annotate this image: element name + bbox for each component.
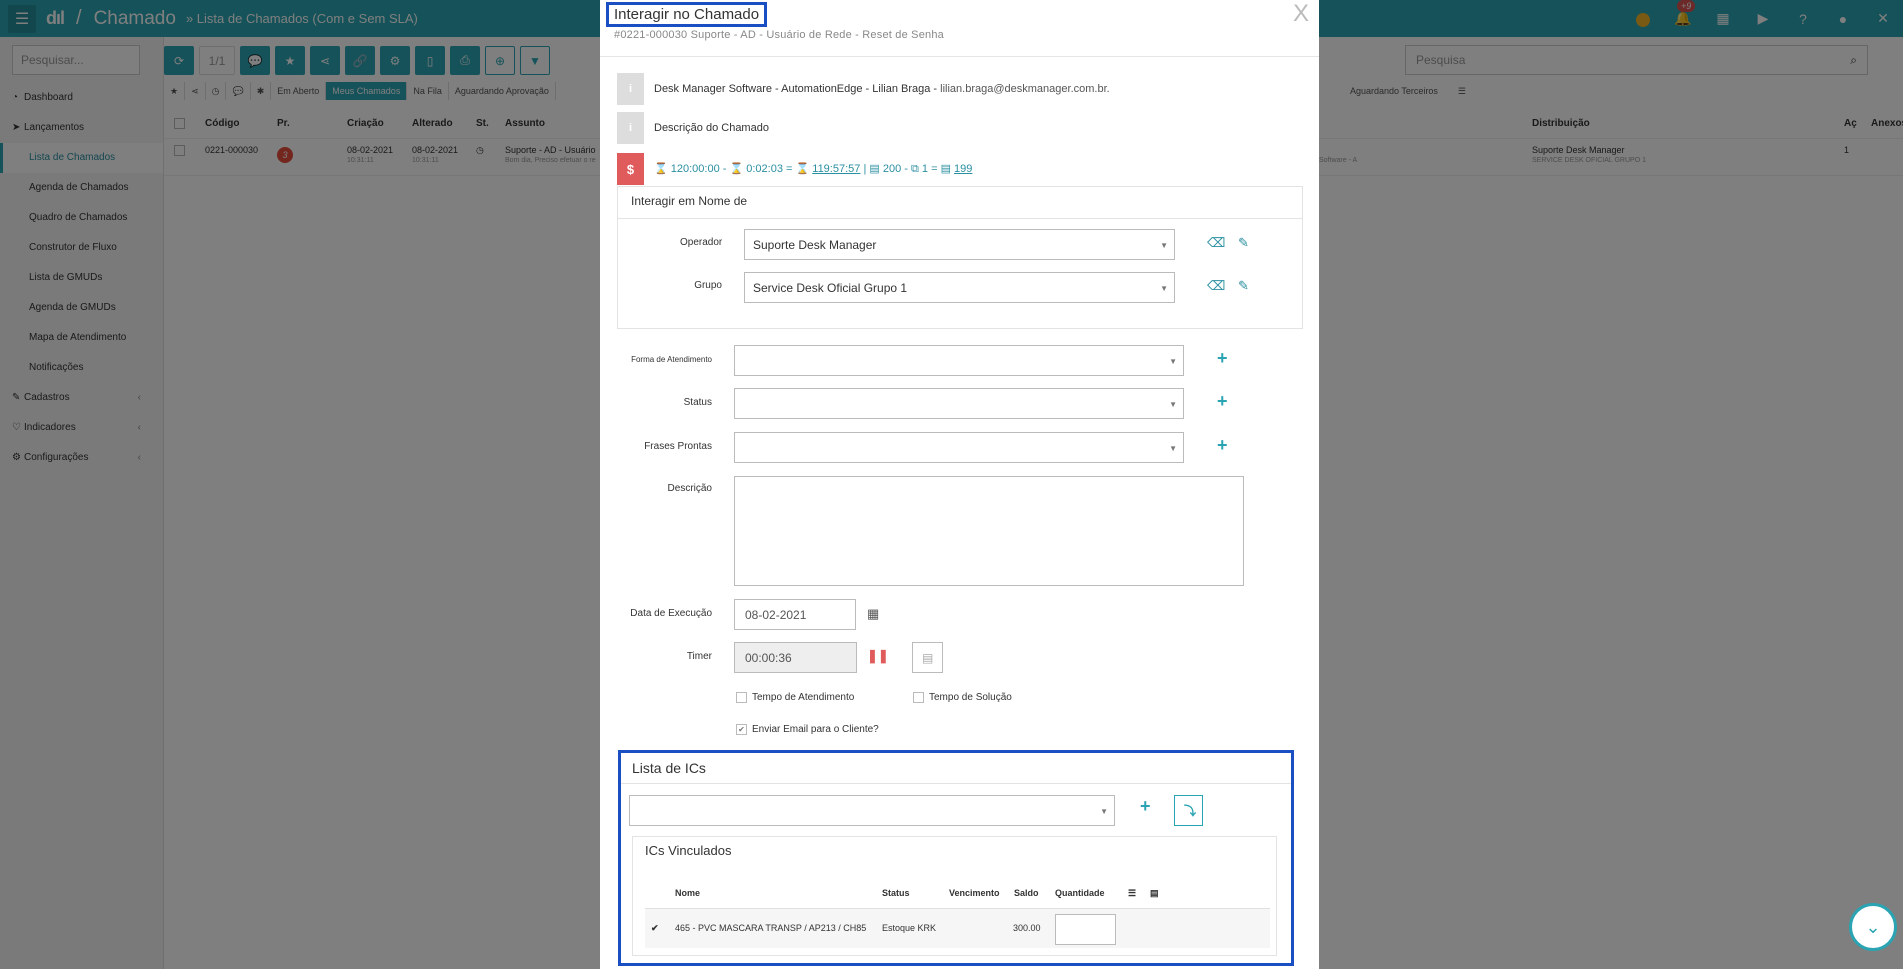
add-forma-icon[interactable]: +: [1217, 348, 1228, 369]
sla-docs: 200: [882, 163, 902, 175]
requester-name: Desk Manager Software - AutomationEdge -…: [654, 83, 931, 95]
eraser-icon[interactable]: ⌫: [1207, 278, 1225, 294]
ic-select[interactable]: ▼: [629, 795, 1115, 826]
scroll-down-button[interactable]: ⌄: [1849, 903, 1897, 951]
ic-quantidade-input[interactable]: [1055, 914, 1116, 945]
frases-prontas-label: Frases Prontas: [644, 441, 712, 452]
eraser-icon[interactable]: ⌫: [1207, 235, 1225, 251]
close-icon[interactable]: X: [1293, 0, 1309, 28]
ic-col-nome: Nome: [675, 888, 701, 898]
caret-down-icon: ▼: [1160, 241, 1168, 250]
caret-down-icon: ▼: [1100, 807, 1108, 816]
ic-col-saldo: Saldo: [1014, 888, 1039, 898]
grupo-value: Service Desk Oficial Grupo 1: [753, 280, 908, 295]
sla-row: $ ⌛ 120:00:00 - ⌛ 0:02:03 = ⌛ 119:57:57 …: [617, 153, 1307, 185]
chevron-down-icon: ⌄: [1865, 916, 1881, 937]
hourglass-icon: ⌛: [795, 163, 810, 175]
modal-subtitle: #0221-000030 Suporte - AD - Usuário de R…: [614, 29, 944, 41]
data-execucao-input[interactable]: 08-02-2021: [734, 599, 856, 630]
ic-col-status: Status: [882, 888, 910, 898]
requester-row: i Desk Manager Software - AutomationEdge…: [617, 73, 1307, 105]
ic-divider: [621, 783, 1291, 784]
document-icon: ▤: [869, 163, 880, 175]
sla-elapsed: 0:02:03: [746, 163, 783, 175]
ic-row-nome: 465 - PVC MASCARA TRANSP / AP213 / CH85: [675, 923, 867, 933]
grupo-label: Grupo: [694, 280, 722, 291]
dollar-icon: $: [617, 153, 644, 185]
pause-icon[interactable]: ❚❚: [867, 648, 889, 664]
timer-label: Timer: [686, 651, 712, 662]
sla-total: 120:00:00: [670, 163, 720, 175]
ic-row-status: Estoque KRK: [882, 923, 937, 933]
pencil-icon[interactable]: ✎: [1238, 235, 1249, 251]
enviar-email-label: Enviar Email para o Cliente?: [752, 724, 879, 735]
forma-atendimento-label: Forma de Atendimento: [631, 355, 712, 364]
check-icon[interactable]: ✔: [651, 923, 659, 934]
add-status-icon[interactable]: +: [1217, 391, 1228, 412]
hourglass-icon: ⌛: [729, 163, 744, 175]
interact-modal: Interagir no Chamado #0221-000030 Suport…: [600, 0, 1319, 969]
data-execucao-label: Data de Execução: [630, 608, 712, 619]
requester-email: lilian.braga@deskmanager.com.br.: [940, 83, 1110, 95]
timer-note-button[interactable]: ▤: [912, 642, 943, 673]
modal-header: Interagir no Chamado #0221-000030 Suport…: [600, 0, 1319, 57]
enviar-email-checkbox[interactable]: ✔ Enviar Email para o Cliente?: [736, 724, 879, 735]
file-icon: ▤: [940, 163, 951, 175]
sla-result[interactable]: 199: [954, 163, 972, 175]
descricao-textarea[interactable]: [734, 476, 1244, 586]
copy-icon: ⧉: [910, 163, 919, 175]
add-frase-icon[interactable]: +: [1217, 435, 1228, 456]
frases-prontas-select[interactable]: ▼: [734, 432, 1184, 463]
hourglass-icon: ⌛: [654, 163, 668, 175]
description-label: Descrição do Chamado: [654, 122, 769, 134]
list-columns-icon[interactable]: ☰: [1128, 888, 1136, 899]
link-ic-button[interactable]: ⤵: [1174, 795, 1203, 826]
status-select[interactable]: ▼: [734, 388, 1184, 419]
export-file-icon[interactable]: ▤: [1150, 888, 1159, 899]
operador-select[interactable]: Suporte Desk Manager ▼: [744, 229, 1175, 260]
tempo-atendimento-label: Tempo de Atendimento: [752, 692, 855, 703]
status-label: Status: [683, 397, 712, 408]
caret-down-icon: ▼: [1169, 400, 1177, 409]
interact-as-title: Interagir em Nome de: [618, 187, 1302, 219]
sla-copies: 1: [921, 163, 929, 175]
info-icon: i: [617, 73, 644, 105]
info-icon: i: [617, 112, 644, 144]
ic-col-vencimento: Vencimento: [949, 888, 1000, 898]
linked-ics-panel: ICs Vinculados Nome Status Vencimento Sa…: [632, 836, 1277, 956]
check-icon[interactable]: ✔: [736, 724, 747, 735]
descricao-label: Descrição: [667, 483, 712, 494]
requester-info: Desk Manager Software - AutomationEdge -…: [654, 83, 1110, 95]
timer-input: 00:00:36: [734, 642, 857, 673]
calendar-icon[interactable]: ▦: [867, 606, 879, 622]
caret-down-icon: ▼: [1169, 357, 1177, 366]
tempo-atendimento-checkbox[interactable]: Tempo de Atendimento: [736, 692, 854, 703]
ic-col-quantidade: Quantidade: [1055, 888, 1105, 898]
tempo-solucao-checkbox[interactable]: Tempo de Solução: [913, 692, 1012, 703]
caret-down-icon: ▼: [1160, 284, 1168, 293]
ic-list-panel: Lista de ICs ▼ + ⤵ ICs Vinculados Nome S…: [618, 750, 1294, 966]
sla-remaining[interactable]: 119:57:57: [812, 163, 860, 175]
modal-title: Interagir no Chamado: [606, 2, 768, 27]
operador-label: Operador: [680, 237, 723, 248]
sla-summary: ⌛ 120:00:00 - ⌛ 0:02:03 = ⌛ 119:57:57 | …: [654, 163, 973, 175]
pencil-icon[interactable]: ✎: [1238, 278, 1249, 294]
operador-value: Suporte Desk Manager: [753, 237, 877, 252]
ic-table-row[interactable]: ✔ 465 - PVC MASCARA TRANSP / AP213 / CH8…: [645, 908, 1270, 948]
tempo-solucao-label: Tempo de Solução: [929, 692, 1012, 703]
description-row[interactable]: i Descrição do Chamado: [617, 112, 1307, 144]
linked-ics-title: ICs Vinculados: [645, 843, 732, 858]
add-ic-icon[interactable]: +: [1140, 796, 1151, 817]
grupo-select[interactable]: Service Desk Oficial Grupo 1 ▼: [744, 272, 1175, 303]
caret-down-icon: ▼: [1169, 444, 1177, 453]
forma-atendimento-select[interactable]: ▼: [734, 345, 1184, 376]
checkbox-box[interactable]: [913, 692, 924, 703]
checkbox-box[interactable]: [736, 692, 747, 703]
ic-list-title: Lista de ICs: [632, 760, 706, 776]
ic-row-saldo: 300.00: [1013, 923, 1041, 933]
